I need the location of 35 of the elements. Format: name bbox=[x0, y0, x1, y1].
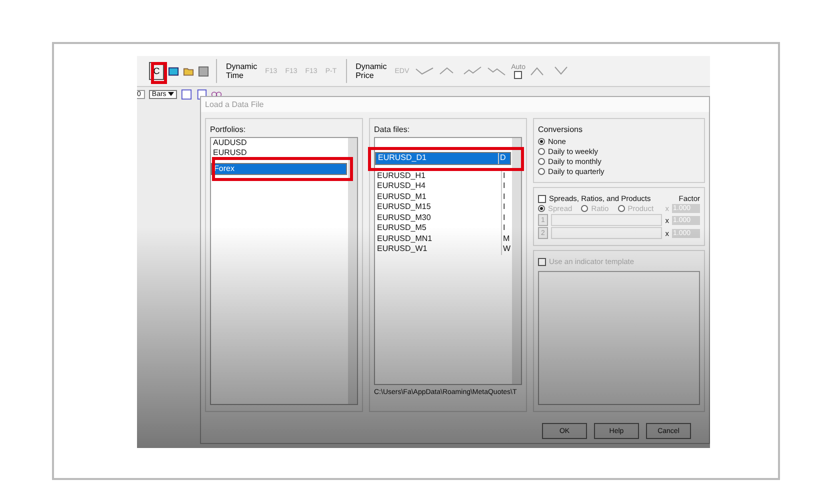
file-type: I bbox=[501, 192, 511, 202]
data-file-row[interactable]: EURUSD_M1 I bbox=[375, 192, 511, 202]
file-type: I bbox=[501, 212, 511, 223]
data-file-row[interactable]: EURUSD_H4 I bbox=[375, 181, 511, 192]
file-type: I bbox=[501, 181, 511, 192]
file-name: EURUSD_M1 bbox=[377, 192, 428, 202]
portfolio-item[interactable]: EURUSD bbox=[211, 148, 347, 158]
file-name: EURUSD_H1 bbox=[377, 170, 426, 181]
file-name: EURUSD_M5 bbox=[377, 223, 428, 234]
data-file-row[interactable]: EURUSD_M15 I bbox=[375, 202, 511, 212]
file-name: EURUSD_H4 bbox=[377, 181, 426, 192]
conversions-label: Conversions bbox=[538, 125, 584, 134]
data-file-row[interactable]: EURUSD_H1 I bbox=[375, 170, 511, 181]
file-type: I bbox=[501, 223, 511, 234]
file-name: EURUSD_W1 bbox=[377, 244, 428, 254]
file-type: M bbox=[501, 234, 511, 244]
data-file-row[interactable]: EURUSD_W1 W bbox=[375, 244, 511, 254]
data-files-label: Data files: bbox=[374, 125, 411, 134]
window-title: Load a Data File bbox=[201, 97, 709, 112]
file-name: EURUSD_D1 bbox=[378, 153, 428, 164]
portfolio-item[interactable]: AUDUSD bbox=[211, 138, 347, 148]
data-file-row[interactable]: EURUSD_D1 D bbox=[375, 152, 511, 164]
data-file-row[interactable]: EURUSD_M30 I bbox=[375, 212, 511, 223]
dynamic-price-button[interactable]: Dynamic Price bbox=[354, 62, 389, 80]
file-name: EURUSD_MN1 bbox=[377, 234, 434, 244]
file-type: I bbox=[501, 170, 511, 181]
file-name: EURUSD_M15 bbox=[377, 202, 432, 212]
file-name: EURUSD_M30 bbox=[377, 212, 432, 223]
dynamic-time-button[interactable]: Dynamic Time bbox=[224, 62, 260, 80]
file-type: D bbox=[498, 153, 508, 164]
data-file-row[interactable]: EURUSD_MN1 M bbox=[375, 234, 511, 244]
file-type: W bbox=[501, 244, 511, 254]
file-type: I bbox=[501, 202, 511, 212]
portfolios-label: Portfolios: bbox=[210, 125, 247, 134]
data-file-row[interactable]: EURUSD_M5 I bbox=[375, 223, 511, 234]
